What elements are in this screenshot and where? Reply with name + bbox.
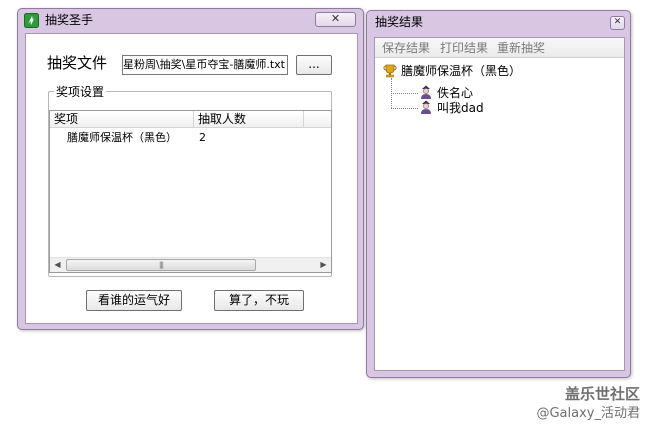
draw-lottery-button-label: 看谁的运气好	[97, 293, 170, 307]
table-cell-prize: 膳魔师保温杯（黑色）	[67, 131, 177, 144]
redraw-button[interactable]: 重新抽奖	[497, 41, 545, 55]
result-window-title: 抽奖结果	[375, 15, 424, 29]
column-header-prize[interactable]: 奖项	[50, 111, 194, 128]
main-client-area: 抽奖文件 D:\星粉周\抽奖\星币夺宝-膳魔师.txt ... 奖项设置 奖项 …	[25, 33, 358, 324]
table-cell-count: 2	[199, 131, 206, 144]
tree-winner-node[interactable]: 叫我dad	[437, 101, 484, 115]
prize-table[interactable]: 奖项 抽取人数 膳魔师保温杯（黑色） 2 ◀ ||| ▶	[49, 110, 332, 273]
file-path-text: D:\星粉周\抽奖\星币夺宝-膳魔师.txt	[122, 58, 285, 71]
browse-button[interactable]: ...	[296, 55, 332, 75]
close-icon: ✕	[330, 12, 341, 25]
result-close-button[interactable]: ✕	[610, 16, 625, 30]
close-icon: ✕	[613, 17, 622, 27]
scroll-thumb[interactable]: |||	[66, 259, 256, 271]
user-icon	[419, 100, 433, 115]
quit-button[interactable]: 算了，不玩	[214, 290, 304, 311]
trophy-icon	[383, 64, 397, 78]
main-titlebar[interactable]: 抽奖圣手 ✕	[18, 9, 363, 31]
column-header-count[interactable]: 抽取人数	[194, 111, 304, 128]
draw-lottery-button[interactable]: 看谁的运气好	[86, 290, 182, 311]
prize-table-header: 奖项 抽取人数	[50, 111, 331, 128]
result-window: 抽奖结果 ✕ 保存结果 打印结果 重新抽奖 膳魔师保温杯（黑色） 佚名心 叫我d…	[366, 10, 631, 378]
watermark-title: 盖乐世社区	[564, 385, 640, 403]
scroll-grip-icon: |||	[158, 261, 164, 269]
result-toolbar: 保存结果 打印结果 重新抽奖	[375, 38, 624, 58]
scroll-right-icon[interactable]: ▶	[316, 258, 331, 272]
file-path-input[interactable]: D:\星粉周\抽奖\星币夺宝-膳魔师.txt	[122, 55, 288, 75]
prize-settings-title: 奖项设置	[54, 85, 107, 99]
tree-prize-node[interactable]: 膳魔师保温杯（黑色）	[401, 64, 521, 78]
tree-connector	[391, 93, 418, 94]
quit-button-label: 算了，不玩	[228, 293, 289, 307]
scroll-left-icon[interactable]: ◀	[50, 258, 65, 272]
result-tree[interactable]: 膳魔师保温杯（黑色） 佚名心 叫我dad	[375, 59, 624, 369]
table-row[interactable]: 膳魔师保温杯（黑色） 2	[50, 129, 331, 145]
result-client-area: 保存结果 打印结果 重新抽奖 膳魔师保温杯（黑色） 佚名心 叫我dad	[374, 37, 625, 371]
app-icon	[24, 13, 39, 28]
tree-connector	[391, 108, 418, 109]
browse-button-label: ...	[308, 57, 320, 71]
watermark-handle: @Galaxy_活动君	[536, 406, 640, 421]
result-titlebar[interactable]: 抽奖结果 ✕	[367, 11, 630, 33]
file-label: 抽奖文件	[47, 54, 108, 72]
tree-winner-node[interactable]: 佚名心	[437, 86, 473, 100]
main-window: 抽奖圣手 ✕ 抽奖文件 D:\星粉周\抽奖\星币夺宝-膳魔师.txt ... 奖…	[17, 8, 364, 330]
main-close-button[interactable]: ✕	[315, 12, 356, 27]
user-icon	[419, 85, 433, 100]
save-result-button[interactable]: 保存结果	[382, 41, 430, 55]
main-window-title: 抽奖圣手	[45, 13, 94, 27]
horizontal-scrollbar[interactable]: ◀ ||| ▶	[50, 257, 331, 272]
print-result-button[interactable]: 打印结果	[440, 41, 488, 55]
